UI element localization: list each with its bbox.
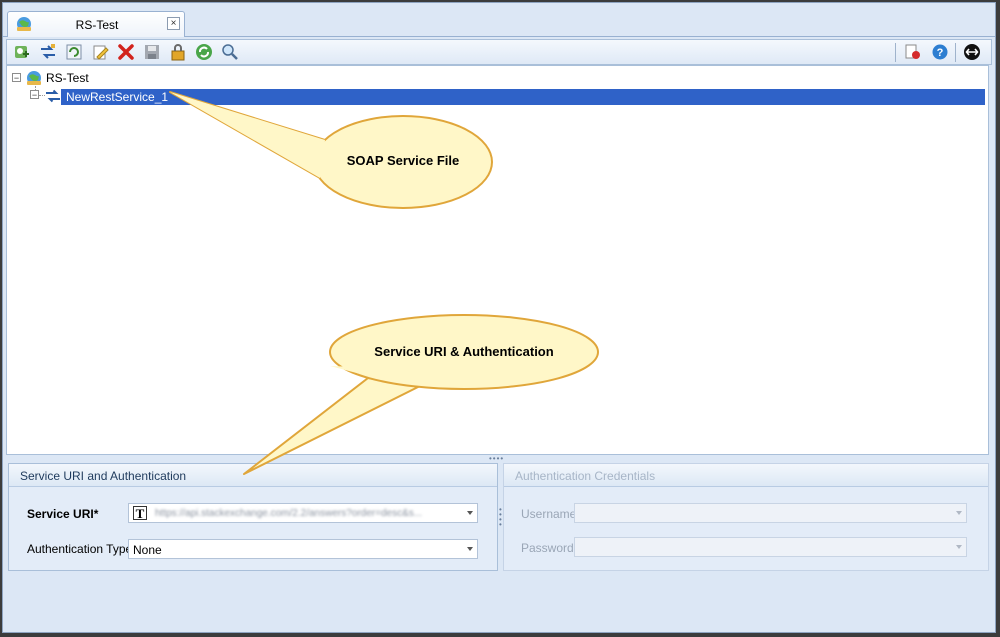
- chevron-down-icon: [956, 545, 962, 549]
- panel-title: Authentication Credentials: [515, 469, 656, 483]
- record-icon[interactable]: [904, 43, 922, 61]
- save-icon[interactable]: [143, 43, 161, 61]
- edit-icon[interactable]: [91, 43, 109, 61]
- project-globe-icon: [27, 71, 41, 85]
- password-label: Password: [521, 541, 574, 555]
- document-tab-strip: RS-Test ×: [3, 3, 995, 37]
- tab-close-icon[interactable]: ×: [167, 17, 180, 30]
- authentication-type-label: Authentication Type: [27, 542, 133, 556]
- splitter-grip-icon[interactable]: ••••: [499, 506, 502, 529]
- panel-header: Authentication Credentials: [504, 464, 988, 487]
- search-icon[interactable]: [221, 43, 239, 61]
- service-uri-callout: Service URI & Authentication: [374, 344, 554, 359]
- service-uri-label: Service URI*: [27, 507, 99, 521]
- tree-node-root[interactable]: − RS-Test: [12, 70, 212, 87]
- panel-title: Service URI and Authentication: [20, 469, 187, 483]
- tree-node-newrestservice[interactable]: NewRestService_1: [61, 89, 985, 105]
- service-uri-panel: Service URI and Authentication Service U…: [8, 463, 498, 571]
- toolbar-separator: [895, 43, 896, 62]
- tree-node-label: NewRestService_1: [66, 90, 169, 104]
- footer-area: [6, 573, 992, 631]
- chevron-down-icon: [956, 511, 962, 515]
- add-service-icon[interactable]: [39, 43, 57, 61]
- tab-title: RS-Test: [75, 18, 119, 32]
- delete-icon[interactable]: [117, 43, 135, 61]
- exit-icon[interactable]: [963, 43, 981, 61]
- toolbar-separator: [955, 43, 956, 62]
- project-tree: − RS-Test − NewRestService_1: [6, 65, 989, 455]
- chevron-down-icon[interactable]: [467, 547, 473, 551]
- toolbar: ?: [6, 39, 992, 65]
- help-icon[interactable]: ?: [931, 43, 949, 61]
- lock-icon[interactable]: [169, 43, 187, 61]
- username-field[interactable]: [574, 503, 967, 523]
- collapse-icon[interactable]: −: [12, 73, 21, 83]
- splitter-grip-icon[interactable]: ••••: [489, 455, 504, 463]
- authentication-type-value: None: [133, 543, 162, 557]
- chevron-down-icon[interactable]: [467, 511, 473, 515]
- tab-rs-test[interactable]: RS-Test ×: [7, 11, 185, 37]
- app-window: RS-Test × ? − RS-Test − NewRestService_1…: [2, 2, 996, 633]
- authentication-type-select[interactable]: None: [128, 539, 478, 559]
- panel-header: Service URI and Authentication: [9, 464, 497, 487]
- authentication-credentials-panel: Authentication Credentials Username Pass…: [503, 463, 989, 571]
- soap-service-callout: SOAP Service File: [346, 153, 460, 168]
- password-field[interactable]: [574, 537, 967, 557]
- svg-text:?: ?: [937, 47, 944, 59]
- service-uri-value: https://api.stackexchange.com/2.2/answer…: [155, 508, 423, 519]
- service-uri-field[interactable]: T https://api.stackexchange.com/2.2/answ…: [128, 503, 478, 523]
- add-project-icon[interactable]: [13, 43, 31, 61]
- username-label: Username: [521, 507, 577, 521]
- sync-icon[interactable]: [195, 43, 213, 61]
- collapse-icon[interactable]: −: [30, 90, 39, 100]
- horizontal-splitter[interactable]: ••••: [6, 455, 989, 463]
- refresh-icon[interactable]: [65, 43, 83, 61]
- rest-service-icon: [46, 89, 60, 103]
- tree-node-root-label: RS-Test: [46, 71, 89, 85]
- text-type-icon: T: [133, 506, 147, 520]
